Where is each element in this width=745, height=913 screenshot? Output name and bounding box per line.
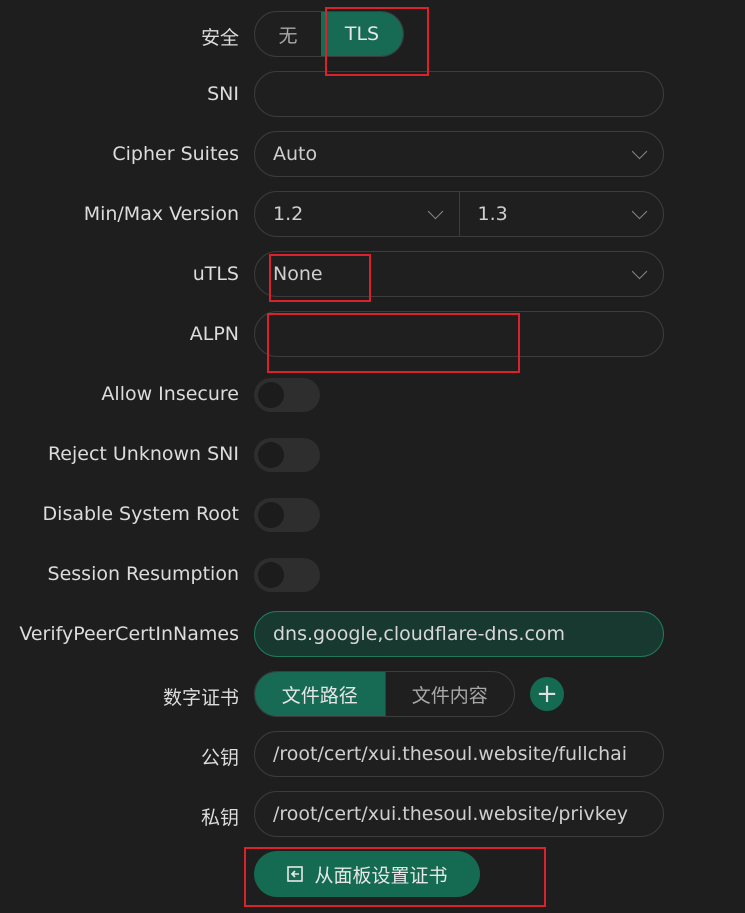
reject-unknown-sni-label: Reject Unknown SNI [47, 443, 239, 465]
security-segmented: 无 TLS [254, 11, 404, 57]
reject-unknown-sni-switch[interactable] [254, 438, 320, 472]
min-max-version-group: 1.2 1.3 [254, 191, 664, 237]
verify-peer-label: VerifyPeerCertInNames [19, 623, 239, 645]
disable-system-root-label: Disable System Root [42, 503, 239, 525]
public-key-value: /root/cert/xui.thesoul.website/fullchai [273, 743, 628, 765]
min-version-value: 1.2 [273, 203, 304, 225]
chevron-down-icon [631, 263, 648, 279]
certificate-segmented: 文件路径 文件内容 [254, 671, 515, 717]
disable-system-root-switch[interactable] [254, 498, 320, 532]
utls-select[interactable]: None [254, 251, 664, 297]
min-version-select[interactable]: 1.2 [255, 192, 459, 236]
alpn-label: ALPN [189, 323, 239, 345]
certificate-option-content[interactable]: 文件内容 [384, 672, 515, 716]
cipher-suites-value: Auto [273, 143, 318, 165]
session-resumption-label: Session Resumption [47, 563, 239, 585]
allow-insecure-label: Allow Insecure [101, 383, 239, 405]
switch-knob [258, 562, 284, 588]
public-key-input[interactable]: /root/cert/xui.thesoul.website/fullchai [254, 731, 664, 777]
utls-value: None [273, 263, 323, 285]
switch-knob [258, 502, 284, 528]
utls-label: uTLS [192, 263, 239, 285]
private-key-value: /root/cert/xui.thesoul.website/privkey [273, 803, 629, 825]
verify-peer-input[interactable]: dns.google,cloudflare-dns.com [254, 611, 664, 657]
switch-knob [258, 382, 284, 408]
private-key-label: 私钥 [200, 807, 239, 829]
private-key-input[interactable]: /root/cert/xui.thesoul.website/privkey [254, 791, 664, 837]
allow-insecure-switch[interactable] [254, 378, 320, 412]
set-cert-from-panel-button[interactable]: 从面板设置证书 [254, 851, 480, 897]
max-version-select[interactable]: 1.3 [458, 192, 664, 236]
max-version-value: 1.3 [477, 203, 508, 225]
set-cert-button-label: 从面板设置证书 [314, 864, 448, 887]
switch-knob [258, 442, 284, 468]
security-option-none[interactable]: 无 [255, 12, 321, 56]
security-label: 安全 [200, 27, 239, 49]
chevron-down-icon [631, 203, 648, 219]
add-certificate-button[interactable]: + [530, 677, 564, 711]
public-key-label: 公钥 [200, 747, 239, 769]
import-icon [286, 865, 304, 883]
alpn-select[interactable] [254, 311, 664, 357]
min-max-version-label: Min/Max Version [83, 203, 239, 225]
session-resumption-switch[interactable] [254, 558, 320, 592]
cipher-suites-label: Cipher Suites [112, 143, 239, 165]
security-option-tls[interactable]: TLS [321, 12, 403, 56]
cipher-suites-select[interactable]: Auto [254, 131, 664, 177]
chevron-down-icon [427, 203, 443, 219]
verify-peer-value: dns.google,cloudflare-dns.com [273, 623, 566, 645]
plus-icon: + [536, 679, 558, 709]
chevron-down-icon [631, 143, 648, 159]
certificate-option-path[interactable]: 文件路径 [255, 672, 385, 716]
sni-label: SNI [207, 83, 239, 105]
certificate-label: 数字证书 [162, 687, 239, 709]
sni-input[interactable] [254, 71, 664, 117]
